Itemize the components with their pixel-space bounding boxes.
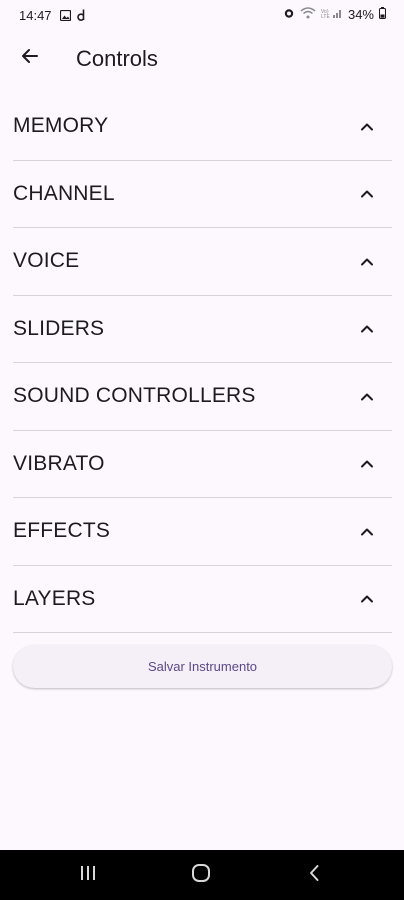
back-icon [308,864,320,887]
section-list: MEMORY CHANNEL VOICE SLIDERS SOUND CONTR… [13,93,392,633]
recent-apps-button[interactable] [73,862,103,888]
section-effects[interactable]: EFFECTS [13,498,392,566]
section-label: VOICE [13,249,80,273]
section-layers[interactable]: LAYERS [13,566,392,633]
section-label: LAYERS [13,586,96,610]
chevron-up-icon [358,320,376,338]
signal-icon: Vo) LTE [321,7,343,22]
gallery-icon [59,8,72,26]
arrow-left-icon [20,46,40,71]
chevron-up-icon [358,590,376,608]
section-sound-controllers[interactable]: SOUND CONTROLLERS [13,363,392,431]
page-title: Controls [76,46,158,71]
battery-text: 34% [347,7,374,22]
chevron-up-icon [358,522,376,540]
status-left-icons [59,8,86,26]
save-instrument-button[interactable]: Salvar Instrumento [13,645,392,688]
section-memory[interactable]: MEMORY [13,93,392,161]
section-channel[interactable]: CHANNEL [13,161,392,228]
chevron-up-icon [358,387,376,405]
svg-text:LTE: LTE [321,14,330,19]
app-bar: Controls [0,34,404,86]
section-sliders[interactable]: SLIDERS [13,296,392,363]
chevron-up-icon [358,185,376,203]
chevron-up-icon [358,455,376,473]
recent-apps-icon [79,865,97,886]
home-button[interactable] [186,862,216,888]
battery-icon [379,7,386,22]
back-button[interactable] [12,40,48,76]
status-time: 14:47 [19,8,52,23]
wifi-icon [300,7,316,22]
section-label: MEMORY [13,114,109,138]
section-label: CHANNEL [13,181,115,205]
chevron-up-icon [358,252,376,270]
status-right: Vo) LTE 34% [283,7,386,22]
section-label: VIBRATO [13,451,105,475]
alarm-icon [283,7,295,22]
status-bar: 14:47 Vo) LTE 34% [0,0,404,30]
section-vibrato[interactable]: VIBRATO [13,431,392,498]
system-nav-bar [0,850,404,900]
section-label: EFFECTS [13,519,111,543]
section-label: SLIDERS [13,316,105,340]
section-label: SOUND CONTROLLERS [13,384,256,408]
save-instrument-label: Salvar Instrumento [147,659,258,674]
home-icon [191,863,211,888]
d-icon [76,8,86,26]
nav-back-button[interactable] [299,862,329,888]
section-voice[interactable]: VOICE [13,228,392,296]
chevron-up-icon [358,117,376,135]
